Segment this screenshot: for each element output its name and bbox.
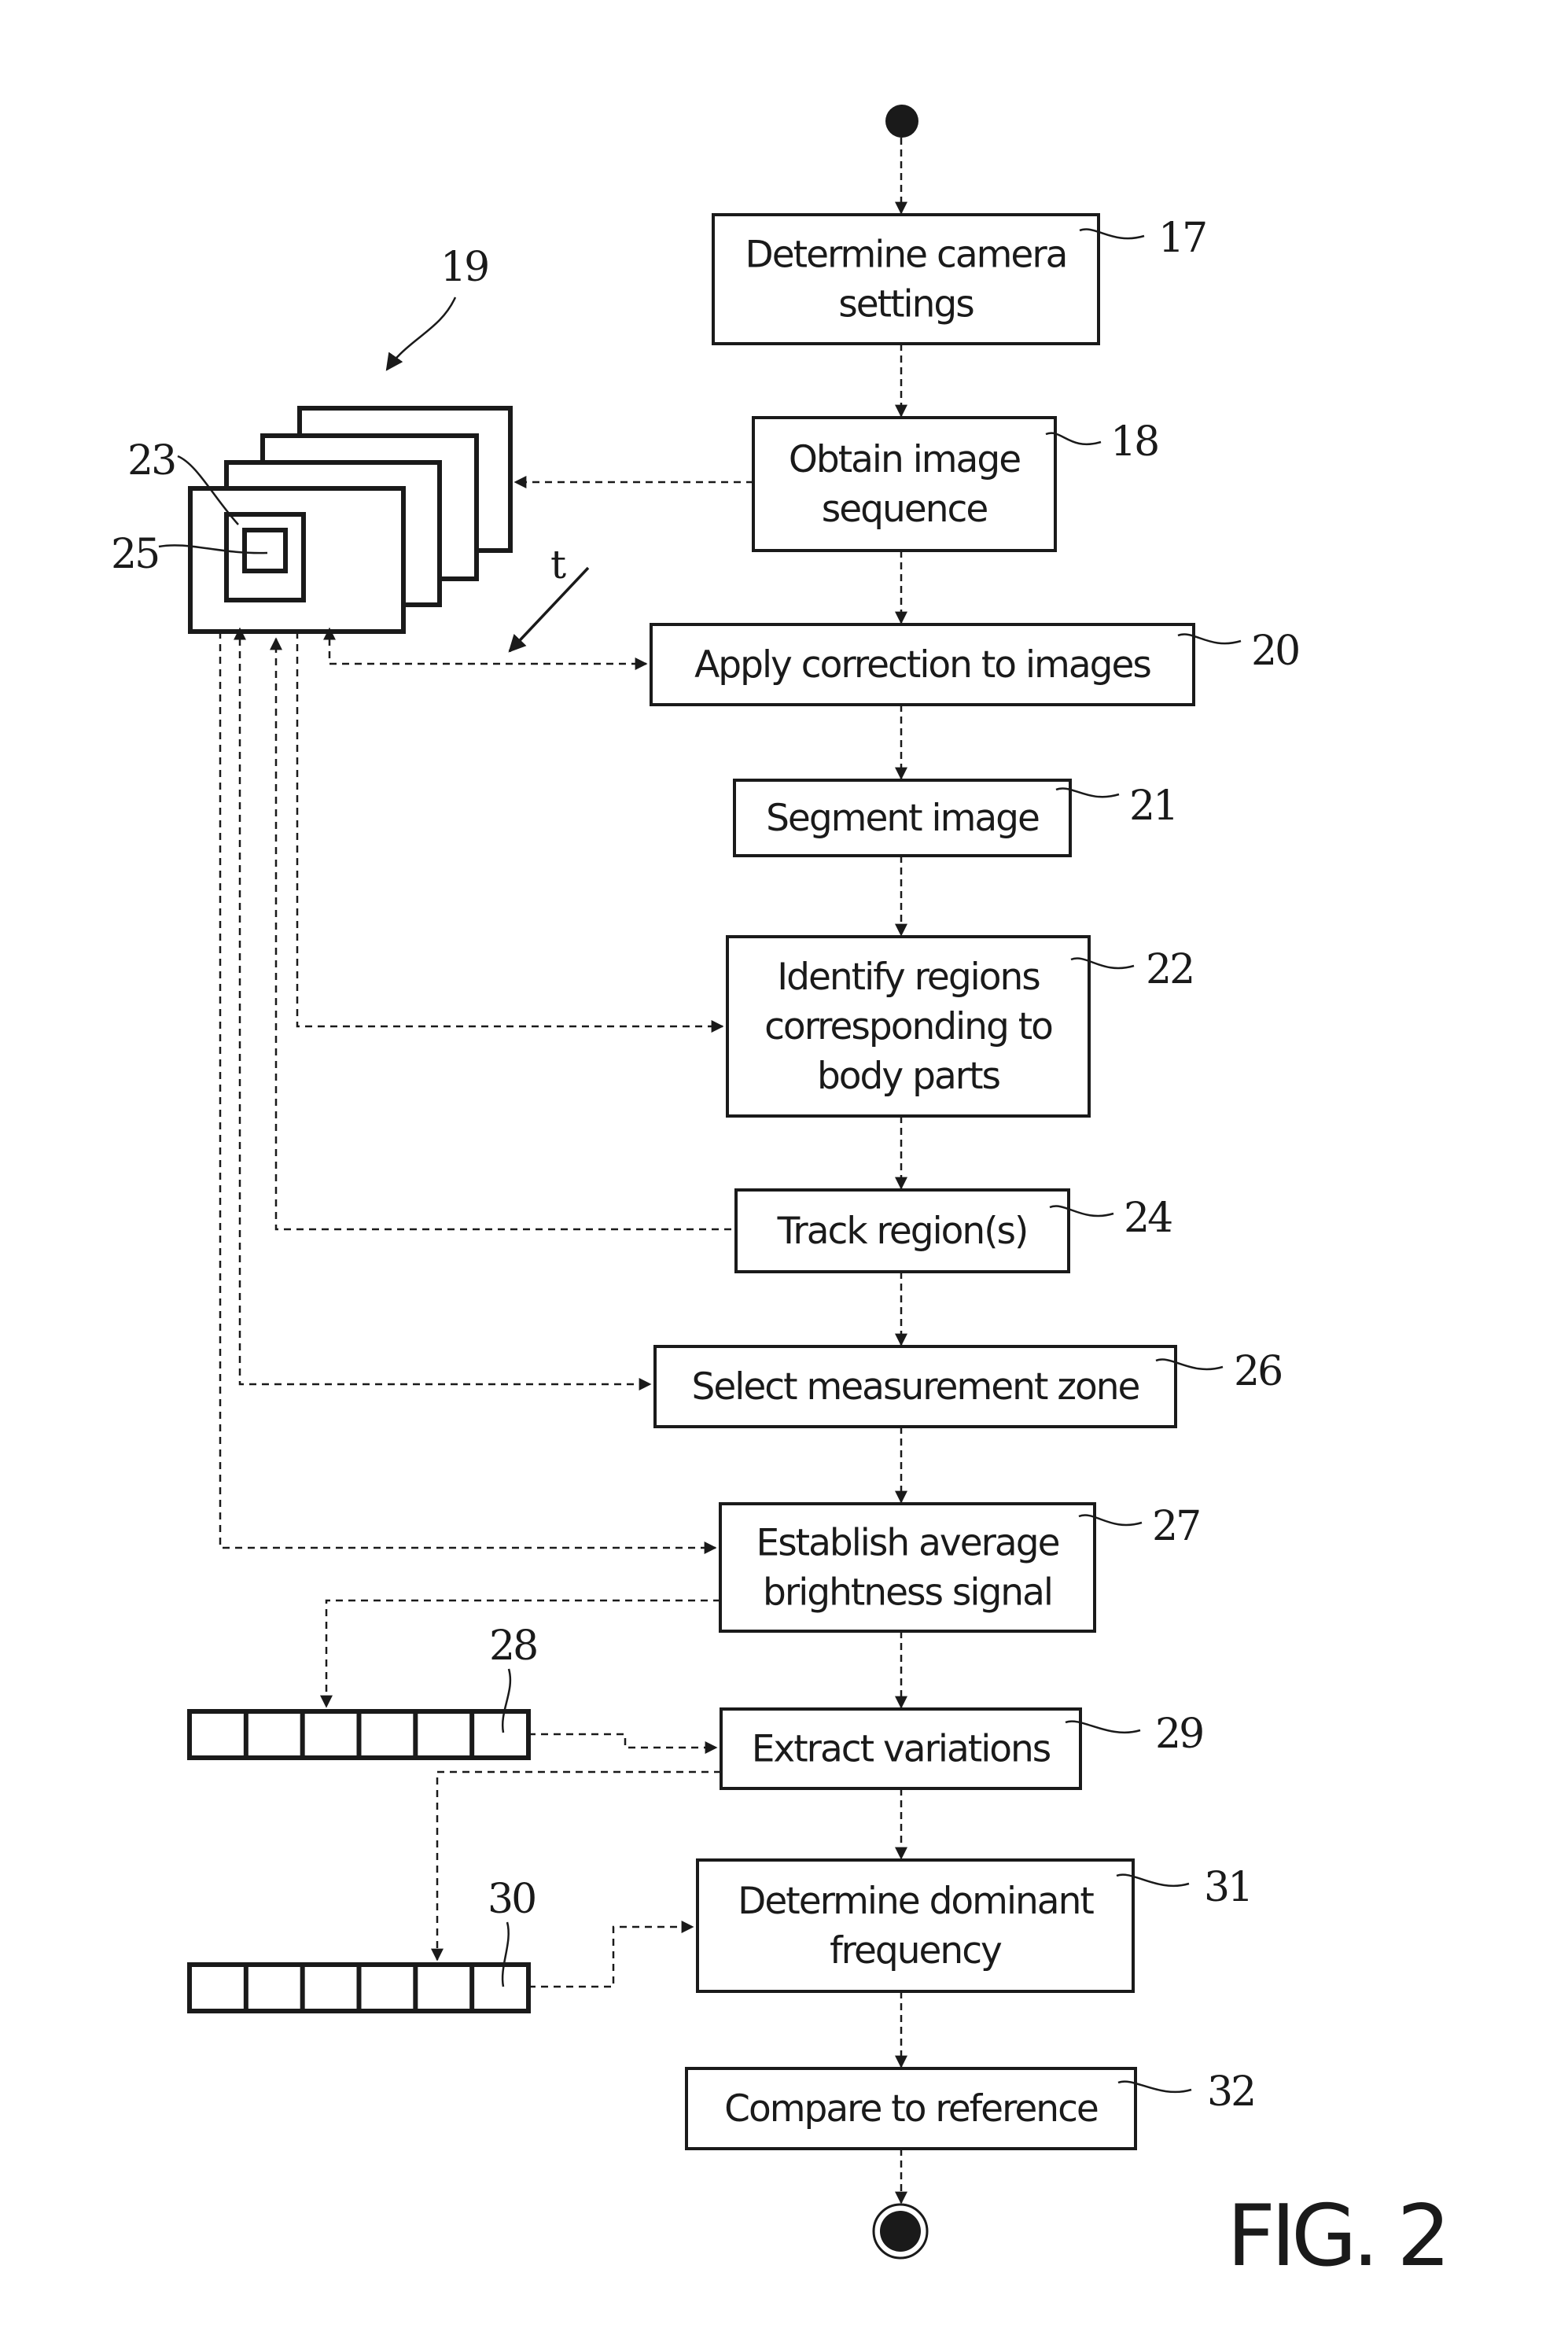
time-axis-arrow — [508, 566, 590, 653]
step-text-line: corresponding to — [764, 1005, 1052, 1048]
ref-19-arrow — [385, 297, 457, 371]
process-step-31: Determine dominant frequency 31 — [696, 1858, 1253, 1993]
connector-buffer-to-frequency — [528, 1921, 694, 1988]
step-text-line: Apply correction to images — [694, 643, 1150, 687]
connector-buffer-to-extract — [528, 1733, 718, 1754]
step-text-line: Determine camera — [745, 234, 1067, 277]
buffer-30: 30 — [187, 1876, 537, 2013]
process-step-18: Obtain image sequence 18 — [752, 416, 1160, 552]
ref-label: 32 — [1207, 2068, 1254, 2116]
ref-label: 29 — [1155, 1711, 1202, 1758]
ref-label: 17 — [1158, 215, 1205, 262]
step-text-line: brightness signal — [763, 1571, 1052, 1615]
process-step-32: Compare to reference 32 — [685, 2067, 1257, 2150]
buffer-28: 28 — [187, 1623, 539, 1760]
signal-buffers: 28 30 — [187, 1623, 539, 2013]
connector-frames-correction — [323, 627, 648, 670]
figure-label: FIG. 2 — [1227, 2187, 1446, 2286]
connector-track-frames — [270, 637, 731, 1231]
step-text-line: settings — [838, 283, 974, 326]
step-text-line: body parts — [817, 1055, 1000, 1098]
side-connectors — [219, 476, 753, 1988]
ref-label: 26 — [1234, 1348, 1281, 1395]
start-node-icon — [885, 105, 918, 138]
step-text-line: Compare to reference — [724, 2087, 1098, 2131]
image-sequence-stack — [188, 406, 513, 634]
ref-label: 21 — [1129, 783, 1176, 830]
ref-label: 24 — [1124, 1195, 1172, 1242]
step-text-line: Track region(s) — [777, 1210, 1028, 1253]
ref-label: 30 — [488, 1876, 535, 1923]
ref-label: 22 — [1146, 946, 1193, 993]
process-step-29: Extract variations 29 — [720, 1707, 1205, 1790]
connector-frames-to-establish — [219, 632, 717, 1554]
step-text-line: sequence — [822, 488, 988, 531]
time-axis-label: t — [550, 542, 566, 588]
process-step-17: Determine camera settings 17 — [712, 213, 1208, 345]
connector-extract-to-buffer — [431, 1770, 721, 1961]
ref-label: 31 — [1204, 1864, 1251, 1911]
ref-label: 27 — [1152, 1503, 1199, 1550]
step-text-line: Obtain image — [789, 438, 1020, 481]
end-node-icon — [872, 2203, 929, 2260]
ref-label: 28 — [489, 1623, 536, 1670]
step-text-line: Establish average — [756, 1522, 1059, 1565]
process-step-22: Identify regions corresponding to body par… — [726, 935, 1195, 1118]
ref-label-region: 23 — [127, 437, 175, 484]
connector-select-frames — [234, 627, 652, 1391]
image-frame-1 — [188, 486, 406, 634]
step-text-line: Extract variations — [752, 1728, 1051, 1771]
process-steps: Determine camera settings 17 Obtain image se… — [650, 213, 1301, 2150]
step-text-line: Segment image — [766, 797, 1039, 840]
ref-label: 18 — [1110, 418, 1158, 466]
step-text-line: Determine dominant — [738, 1880, 1094, 1923]
process-step-27: Establish average brightness signal 27 — [719, 1502, 1202, 1633]
ref-label: 20 — [1251, 628, 1298, 675]
flowchart-figure: Determine camera settings 17 Obtain image se… — [111, 105, 1451, 2286]
process-step-26: Select measurement zone 26 — [653, 1345, 1283, 1428]
step-text-line: Identify regions — [777, 956, 1040, 999]
ref-label-image-sequence: 19 — [440, 244, 488, 291]
process-step-24: Track region(s) 24 — [734, 1188, 1174, 1273]
process-step-20: Apply correction to images 20 — [650, 623, 1301, 706]
step-text-line: frequency — [830, 1929, 1002, 1972]
process-step-21: Segment image 21 — [733, 779, 1179, 857]
ref-label-zone: 25 — [111, 531, 158, 578]
step-text-line: Select measurement zone — [692, 1365, 1139, 1409]
